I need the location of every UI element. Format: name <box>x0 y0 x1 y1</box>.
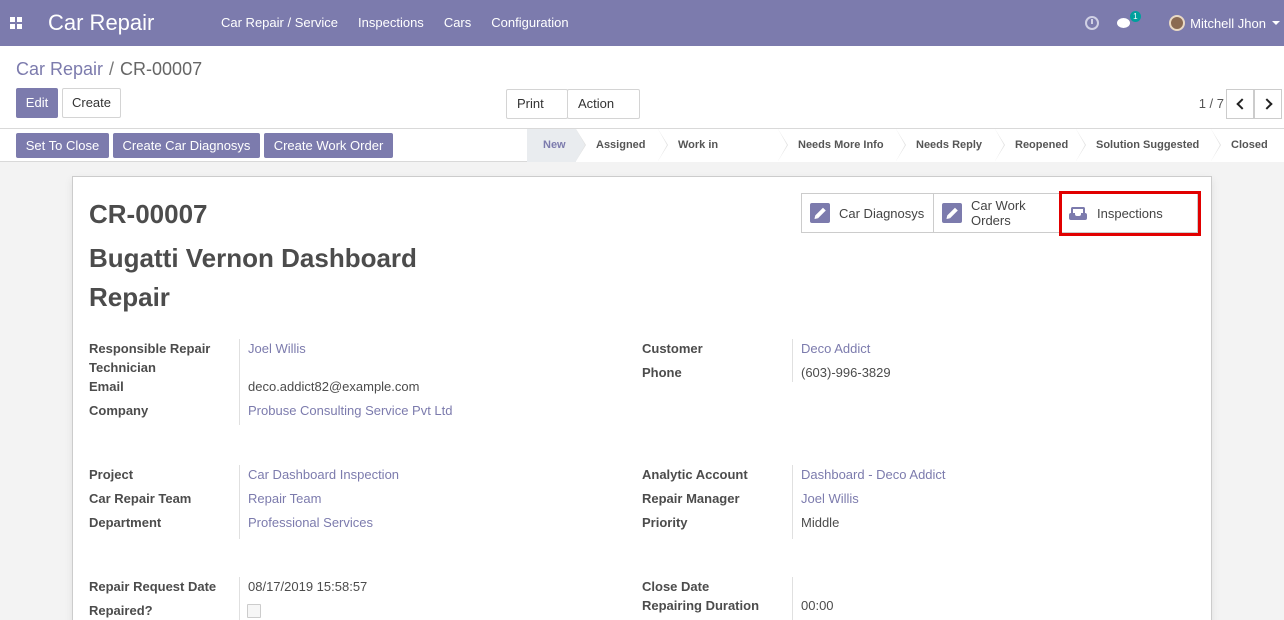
priority-label: Priority <box>642 515 688 530</box>
group-divider <box>239 465 240 539</box>
department-label: Department <box>89 515 162 530</box>
stage-needs-more-info[interactable]: Needs More Info <box>778 129 906 162</box>
repair-team-value[interactable]: Repair Team <box>248 489 321 508</box>
app-brand[interactable]: Car Repair <box>48 10 208 36</box>
repair-request-date-label: Repair Request Date <box>89 579 217 594</box>
pager-next-button[interactable] <box>1254 89 1282 119</box>
user-name[interactable]: Mitchell Jhon <box>1190 16 1266 31</box>
group-divider <box>792 465 793 539</box>
create-work-order-button[interactable]: Create Work Order <box>264 133 393 158</box>
repaired-label: Repaired? <box>89 603 153 618</box>
action-label: Action <box>578 96 615 111</box>
menu-inspections[interactable]: Inspections <box>348 0 434 46</box>
priority-value: Middle <box>801 515 840 530</box>
record-title-line-2: Repair <box>89 282 170 312</box>
chevron-left-icon <box>1235 98 1248 110</box>
stage-needs-reply[interactable]: Needs Reply <box>896 129 1005 162</box>
analytic-account-label: Analytic Account <box>642 467 748 482</box>
car-work-orders-label: Car Work Orders <box>971 198 1026 228</box>
main-menu: Car Repair / Service Inspections Cars Co… <box>211 0 579 46</box>
record-title[interactable]: Bugatti Vernon Dashboard Repair <box>89 239 469 317</box>
responsible-technician-label: Responsible Repair Technician <box>89 339 210 377</box>
group-divider <box>792 339 793 382</box>
create-car-diagnosys-button[interactable]: Create Car Diagnosys <box>113 133 260 158</box>
phone-label: Phone <box>642 365 682 380</box>
chevron-down-icon[interactable] <box>1272 21 1280 25</box>
stage-reopened[interactable]: Reopened <box>995 129 1086 162</box>
inbox-icon <box>1068 203 1088 223</box>
responsible-technician-label-line-1: Responsible Repair <box>89 341 211 356</box>
stage-new[interactable]: New <box>527 129 586 162</box>
chat-badge: 1 <box>1130 11 1141 22</box>
customer-label: Customer <box>642 341 703 356</box>
customer-value[interactable]: Deco Addict <box>801 339 870 358</box>
print-label: Print <box>517 96 544 111</box>
repaired-checkbox[interactable] <box>247 604 261 618</box>
group-divider <box>239 339 240 425</box>
stage-assigned[interactable]: Assigned <box>576 129 668 162</box>
email-value: deco.addict82@example.com <box>248 379 420 394</box>
stage-work-in-progress[interactable]: Work in Progress <box>658 129 788 184</box>
clock-icon[interactable] <box>1085 16 1100 30</box>
stage-solution-suggested[interactable]: Solution Suggested <box>1076 129 1221 162</box>
apps-icon[interactable] <box>0 0 32 46</box>
set-to-close-button[interactable]: Set To Close <box>16 133 109 158</box>
menu-cars[interactable]: Cars <box>434 0 481 46</box>
chevron-right-icon <box>1260 98 1273 110</box>
repairing-duration-value: 00:00 <box>801 598 834 613</box>
repair-team-label: Car Repair Team <box>89 491 192 506</box>
email-label: Email <box>89 379 124 394</box>
pencil-icon <box>942 203 962 223</box>
edit-button[interactable]: Edit <box>16 88 58 118</box>
car-diagnosys-smart-button[interactable]: Car Diagnosys <box>801 193 934 233</box>
car-work-orders-label-line-1: Car Work <box>971 198 1026 213</box>
breadcrumb-current: CR-00007 <box>120 59 203 79</box>
group-divider <box>239 577 240 620</box>
form-sheet: CR-00007 Bugatti Vernon Dashboard Repair… <box>72 176 1212 620</box>
close-date-label: Close Date <box>642 579 710 594</box>
top-navbar: Car Repair Car Repair / Service Inspecti… <box>0 0 1284 46</box>
record-reference: CR-00007 <box>89 199 208 229</box>
print-dropdown[interactable]: Print <box>506 89 568 133</box>
project-value[interactable]: Car Dashboard Inspection <box>248 465 399 484</box>
navbar-systray: 1 Mitchell Jhon <box>1085 0 1284 46</box>
menu-car-repair-service[interactable]: Car Repair / Service <box>211 0 348 46</box>
action-dropdown[interactable]: Action <box>567 89 640 133</box>
avatar[interactable] <box>1169 15 1186 31</box>
repairing-duration-label: Repairing Duration <box>642 598 760 613</box>
breadcrumb-parent[interactable]: Car Repair <box>16 59 103 79</box>
stage-closed[interactable]: Closed <box>1211 129 1284 162</box>
pager-value[interactable]: 1 / 7 <box>1199 89 1224 119</box>
car-work-orders-label-line-2: Orders <box>971 213 1011 228</box>
company-label: Company <box>89 403 149 418</box>
pencil-icon <box>810 203 830 223</box>
breadcrumb: Car Repair / CR-00007 <box>16 59 202 80</box>
analytic-account-value[interactable]: Dashboard - Deco Addict <box>801 465 946 484</box>
inspections-smart-button[interactable]: Inspections <box>1059 193 1198 233</box>
repair-manager-label: Repair Manager <box>642 491 740 506</box>
control-panel: Car Repair / CR-00007 Edit Create Print Ac… <box>0 46 1284 133</box>
responsible-technician-value[interactable]: Joel Willis <box>248 339 306 358</box>
form-statusbar: Set To Close Create Car Diagnosys Create… <box>0 129 1284 184</box>
smart-button-box: Car Diagnosys Car Work Orders Inspections <box>801 193 1198 233</box>
inspections-label: Inspections <box>1097 205 1163 221</box>
company-value[interactable]: Probuse Consulting Service Pvt Ltd <box>248 401 453 420</box>
menu-configuration[interactable]: Configuration <box>481 0 578 46</box>
phone-value: (603)-996-3829 <box>801 365 891 380</box>
repair-request-date-value: 08/17/2019 15:58:57 <box>248 579 368 594</box>
car-work-orders-smart-button[interactable]: Car Work Orders <box>933 193 1060 233</box>
project-label: Project <box>89 467 134 482</box>
group-divider <box>792 577 793 620</box>
department-value[interactable]: Professional Services <box>248 513 373 532</box>
stage-pipeline: New Assigned Work in Progress Needs More… <box>527 129 1284 184</box>
create-button[interactable]: Create <box>62 88 121 118</box>
breadcrumb-separator: / <box>109 59 115 79</box>
repair-manager-value[interactable]: Joel Willis <box>801 489 859 508</box>
car-diagnosys-label: Car Diagnosys <box>839 205 925 221</box>
pager-previous-button[interactable] <box>1226 89 1254 119</box>
record-title-line-1: Bugatti Vernon Dashboard <box>89 243 417 273</box>
chat-icon[interactable]: 1 <box>1117 11 1141 29</box>
responsible-technician-label-line-2: Technician <box>89 360 156 375</box>
